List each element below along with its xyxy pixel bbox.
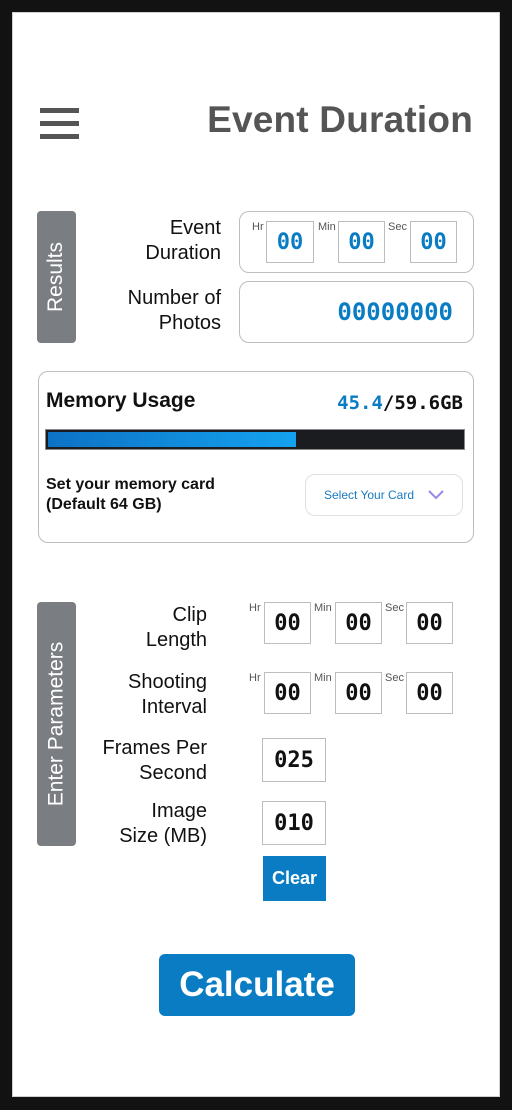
- number-of-photos-value: 00000000: [337, 298, 453, 326]
- label-line: Photos: [158, 312, 221, 334]
- calculate-button[interactable]: Calculate: [159, 954, 355, 1016]
- hamburger-menu-icon[interactable]: [40, 108, 80, 140]
- hr-unit-label: Hr: [249, 672, 261, 684]
- min-unit-label: Min: [314, 672, 332, 684]
- sec-unit-label: Sec: [385, 672, 404, 684]
- label-line: Set your memory card: [46, 476, 215, 493]
- event-duration-min: 00: [338, 221, 385, 263]
- results-tab-label: Results: [44, 241, 68, 313]
- event-duration-label: Event Duration: [145, 216, 221, 266]
- label-line: Event: [169, 217, 221, 239]
- shooting-interval-min-input[interactable]: 00: [335, 672, 382, 714]
- label-line: Second: [139, 762, 207, 784]
- enter-parameters-tab-label: Enter Parameters: [44, 641, 68, 807]
- memory-usage-title: Memory Usage: [46, 389, 196, 412]
- label-line: Shooting: [128, 671, 207, 693]
- label-line: Number of: [127, 287, 221, 309]
- event-duration-sec: 00: [410, 221, 457, 263]
- hr-unit-label: Hr: [252, 221, 264, 233]
- clip-length-min-input[interactable]: 00: [335, 602, 382, 644]
- hr-unit-label: Hr: [249, 602, 261, 614]
- sec-unit-label: Sec: [388, 221, 407, 233]
- page-title: Event Duration: [207, 99, 473, 140]
- memory-progress-fill: [48, 432, 297, 447]
- memory-card-select[interactable]: Select Your Card: [305, 474, 463, 516]
- label-line: Length: [145, 629, 207, 651]
- min-unit-label: Min: [314, 602, 332, 614]
- sec-unit-label: Sec: [385, 602, 404, 614]
- image-size-label: Image Size (MB): [119, 799, 207, 849]
- label-line: (Default 64 GB): [46, 496, 162, 513]
- event-duration-hr: 00: [266, 221, 314, 263]
- label-line: Interval: [141, 696, 207, 718]
- min-unit-label: Min: [318, 221, 336, 233]
- results-tab: Results: [37, 211, 76, 343]
- number-of-photos-display: 00000000: [239, 281, 474, 343]
- shooting-interval-label: Shooting Interval: [128, 670, 207, 720]
- label-line: Clip: [172, 604, 207, 626]
- clip-length-label: Clip Length: [146, 603, 207, 653]
- label-line: Duration: [145, 242, 221, 264]
- event-duration-display: Hr 00 Min 00 Sec 00: [239, 211, 474, 273]
- memory-card-label: Set your memory card (Default 64 GB): [46, 475, 215, 515]
- shooting-interval-sec-input[interactable]: 00: [406, 672, 453, 714]
- enter-parameters-tab: Enter Parameters: [37, 602, 76, 846]
- fps-input[interactable]: 025: [262, 738, 326, 782]
- shooting-interval-hr-input[interactable]: 00: [264, 672, 311, 714]
- select-placeholder: Select Your Card: [323, 488, 415, 502]
- clip-length-sec-input[interactable]: 00: [406, 602, 453, 644]
- clear-button[interactable]: Clear: [263, 856, 326, 901]
- number-of-photos-label: Number of Photos: [128, 286, 221, 336]
- memory-usage-card: Memory Usage 45.4/59.6GB Set your memory…: [38, 371, 474, 543]
- label-line: Frames Per: [102, 737, 207, 759]
- chevron-down-icon: [428, 490, 444, 500]
- app-screen: Event Duration Results Event Duration Hr…: [12, 12, 500, 1097]
- fps-label: Frames Per Second: [103, 736, 207, 786]
- image-size-input[interactable]: 010: [262, 801, 326, 845]
- memory-used: 45.4: [337, 392, 383, 414]
- memory-total: 59.6GB: [394, 392, 463, 414]
- memory-progress-bar: [45, 429, 465, 450]
- clip-length-hr-input[interactable]: 00: [264, 602, 311, 644]
- label-line: Size (MB): [119, 825, 207, 847]
- memory-usage-value: 45.4/59.6GB: [337, 392, 463, 414]
- memory-separator: /: [382, 392, 395, 414]
- label-line: Image: [151, 800, 207, 822]
